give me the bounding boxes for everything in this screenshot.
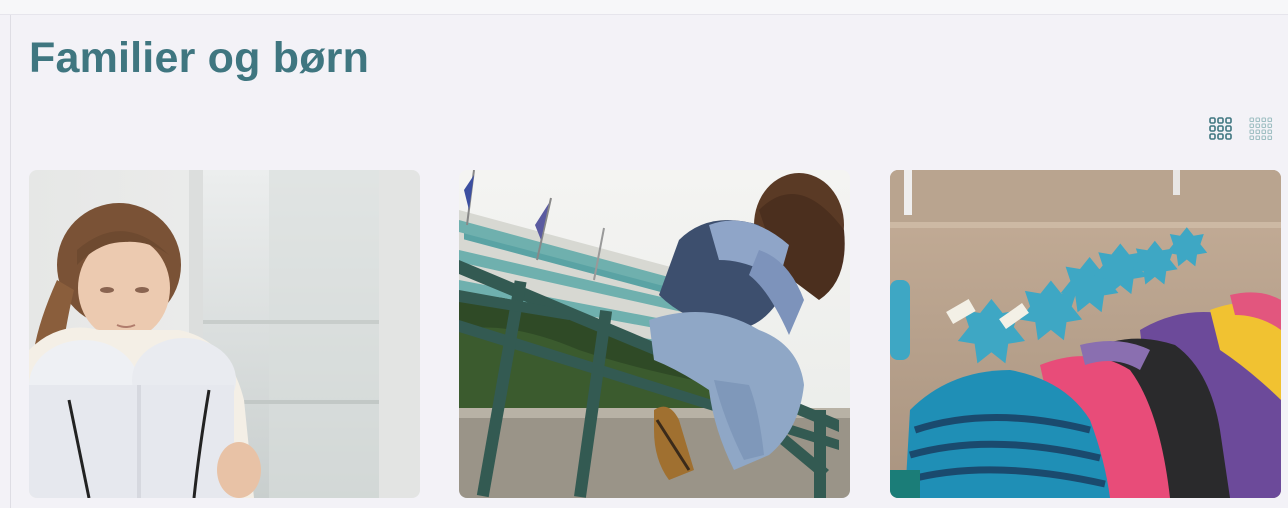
card-image-girl-by-window [29,170,420,498]
grid-3x3-view-button[interactable] [1208,117,1234,143]
grid-4x4-view-button[interactable] [1249,117,1275,143]
card-image-teen-on-railing [459,170,850,498]
article-card-1[interactable] [29,170,420,498]
top-bar [0,0,1288,15]
article-card-3[interactable] [890,170,1281,498]
article-card-2[interactable] [459,170,850,498]
card-image-jackets-on-hooks [890,170,1281,498]
left-divider [10,15,11,508]
page-title: Familier og børn [29,34,370,82]
grid-4x4-icon [1249,117,1273,141]
grid-3x3-icon [1209,117,1232,140]
